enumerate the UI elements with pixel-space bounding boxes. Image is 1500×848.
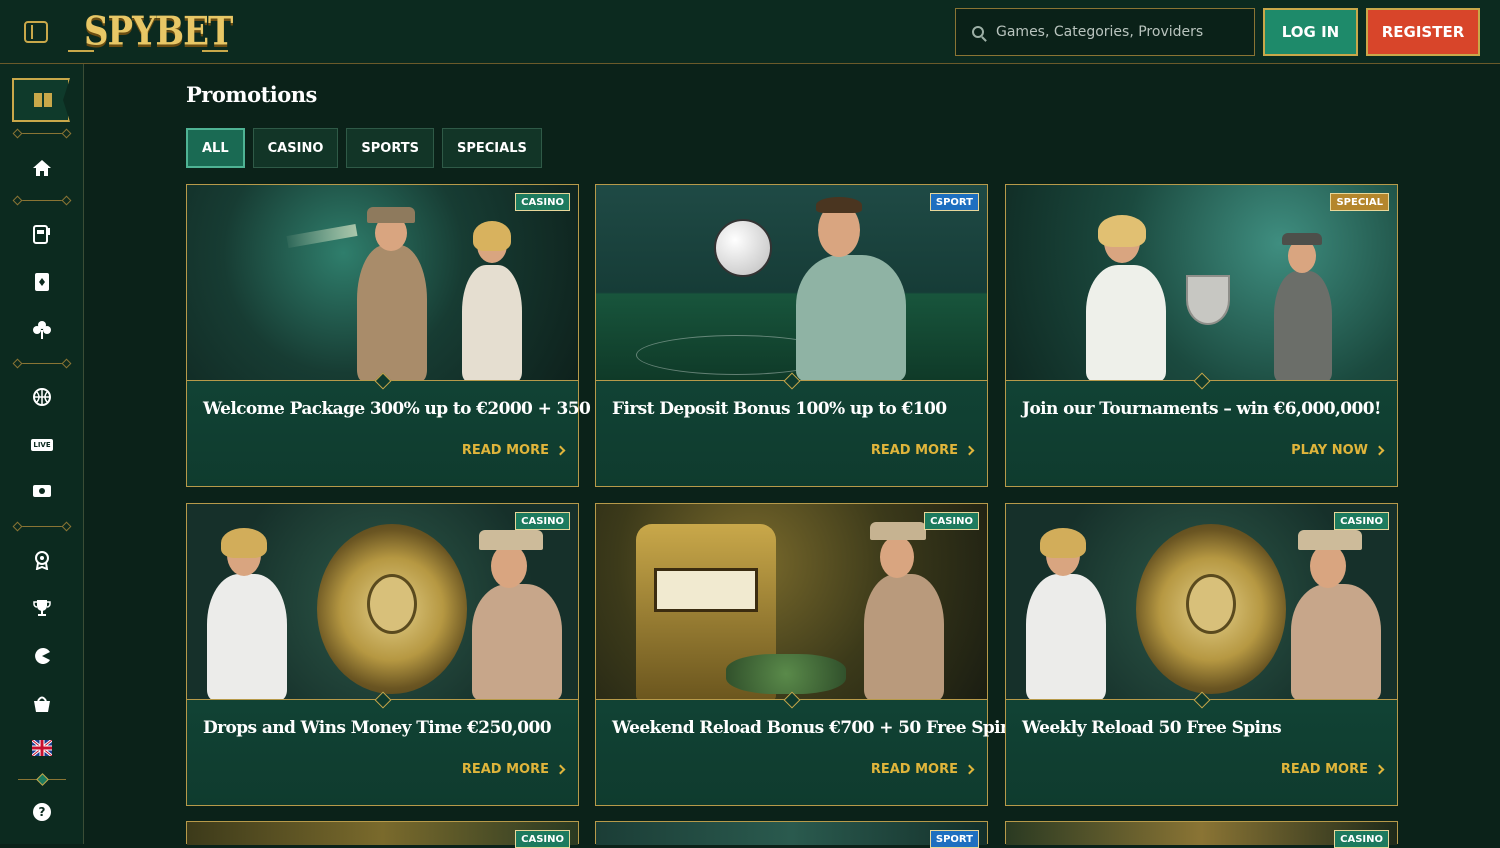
login-button[interactable]: LOG IN <box>1263 8 1358 56</box>
sidebar-divider <box>12 521 72 532</box>
search-icon <box>972 26 984 38</box>
register-button[interactable]: REGISTER <box>1366 8 1480 56</box>
cards-icon[interactable] <box>30 270 54 294</box>
clover-icon[interactable] <box>30 318 54 342</box>
promo-image <box>1006 185 1397 381</box>
sidebar: LIVE ? <box>0 64 84 844</box>
read-more-link[interactable]: READ MORE <box>461 762 566 777</box>
shop-icon[interactable] <box>30 692 54 716</box>
tab-all[interactable]: ALL <box>186 128 245 168</box>
sidebar-divider <box>14 773 70 786</box>
tab-specials[interactable]: SPECIALS <box>441 128 542 168</box>
home-icon[interactable] <box>30 156 54 180</box>
badge-casino: CASINO <box>1334 830 1389 848</box>
tab-casino[interactable]: CASINO <box>252 128 339 168</box>
promo-card[interactable]: CASINO Weekly Reload 50 Free Spins READ … <box>1005 503 1398 806</box>
chevron-right-icon <box>1374 764 1385 775</box>
link-label: READ MORE <box>461 762 549 777</box>
live-label: LIVE <box>31 439 53 451</box>
badge-casino: CASINO <box>515 193 570 211</box>
promo-card[interactable]: SPORT <box>595 821 988 848</box>
badge-casino: CASINO <box>515 512 570 530</box>
promo-title: Welcome Package 300% up to €2000 + 350 F… <box>203 399 619 419</box>
top-bar: SPYBET LOG IN REGISTER <box>0 0 1500 64</box>
chevron-right-icon <box>555 445 566 456</box>
esports-icon[interactable] <box>30 480 54 504</box>
promo-title: Join our Tournaments – win €6,000,000! <box>1022 399 1381 419</box>
help-label: ? <box>33 803 51 821</box>
read-more-link[interactable]: READ MORE <box>870 443 975 458</box>
promo-image <box>596 822 987 845</box>
chevron-right-icon <box>964 764 975 775</box>
help-icon[interactable]: ? <box>30 800 54 824</box>
badge-sport: SPORT <box>929 193 979 211</box>
chevron-right-icon <box>964 445 975 456</box>
basketball-icon[interactable] <box>30 385 54 409</box>
link-label: READ MORE <box>870 762 958 777</box>
promo-card[interactable]: CASINO <box>186 821 579 848</box>
badge-sport: SPORT <box>929 830 979 848</box>
read-more-link[interactable]: READ MORE <box>870 762 975 777</box>
read-more-link[interactable]: READ MORE <box>461 443 566 458</box>
link-label: READ MORE <box>870 443 958 458</box>
promo-title: Drops and Wins Money Time €250,000 <box>203 718 552 738</box>
sidebar-divider <box>12 195 72 206</box>
logo-rays-right <box>202 26 228 52</box>
promo-card[interactable]: CASINO Drops and Wins Money Time €250,00… <box>186 503 579 806</box>
tab-sports[interactable]: SPORTS <box>346 128 434 168</box>
promo-card[interactable]: SPORT First Deposit Bonus 100% up to €10… <box>595 184 988 487</box>
logo[interactable]: SPYBET <box>68 8 233 56</box>
promo-image <box>596 185 987 381</box>
slot-machine-icon[interactable] <box>30 222 54 246</box>
sidebar-toggle-icon[interactable] <box>24 21 48 43</box>
chevron-right-icon <box>1374 445 1385 456</box>
search-input[interactable] <box>996 24 1226 40</box>
promo-tabs: ALL CASINO SPORTS SPECIALS <box>186 128 542 168</box>
sidebar-divider <box>12 358 72 369</box>
link-label: READ MORE <box>461 443 549 458</box>
link-label: PLAY NOW <box>1291 443 1368 458</box>
search-box[interactable] <box>955 8 1255 56</box>
promo-card[interactable]: CASINO Welcome Package 300% up to €2000 … <box>186 184 619 487</box>
promo-card[interactable]: SPECIAL Join our Tournaments – win €6,00… <box>1005 184 1398 487</box>
promo-title: Weekend Reload Bonus €700 + 50 Free Spin… <box>612 718 1021 738</box>
promo-image <box>1006 504 1397 700</box>
uk-flag-icon[interactable] <box>30 736 54 760</box>
promo-image <box>187 185 578 381</box>
sidebar-divider <box>12 128 72 139</box>
live-icon[interactable]: LIVE <box>30 433 54 457</box>
promo-image <box>187 504 578 700</box>
gift-icon <box>31 88 55 112</box>
chevron-right-icon <box>555 764 566 775</box>
promo-title: Weekly Reload 50 Free Spins <box>1022 718 1282 738</box>
trophy-icon[interactable] <box>30 596 54 620</box>
promo-title: First Deposit Bonus 100% up to €100 <box>612 399 947 419</box>
badge-casino: CASINO <box>1334 512 1389 530</box>
page-title: Promotions <box>186 82 317 107</box>
badge-casino: CASINO <box>924 512 979 530</box>
play-now-link[interactable]: PLAY NOW <box>1291 443 1385 458</box>
promo-image <box>596 504 987 700</box>
badge-special: SPECIAL <box>1330 193 1389 211</box>
badge-casino: CASINO <box>515 830 570 848</box>
read-more-link[interactable]: READ MORE <box>1280 762 1385 777</box>
promo-card[interactable]: CASINO Weekend Reload Bonus €700 + 50 Fr… <box>595 503 1021 806</box>
link-label: READ MORE <box>1280 762 1368 777</box>
vip-icon[interactable] <box>30 548 54 572</box>
pacman-icon[interactable] <box>30 644 54 668</box>
promo-card[interactable]: CASINO <box>1005 821 1398 848</box>
